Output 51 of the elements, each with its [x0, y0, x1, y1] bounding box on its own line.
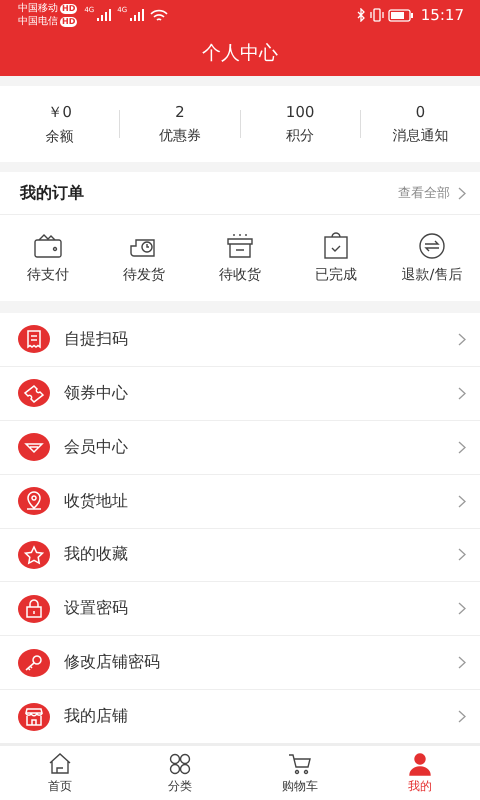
- chevron-right-icon: [458, 386, 466, 400]
- page-title: 个人中心: [201, 41, 279, 66]
- clock-time: 15:17: [420, 6, 464, 24]
- location-pin-icon: [18, 487, 50, 516]
- bluetooth-icon: [356, 8, 366, 22]
- battery-icon: [388, 8, 414, 22]
- stat-value: ￥0: [47, 102, 72, 122]
- chevron-right-icon: [458, 440, 466, 454]
- carrier-name: 中国电信: [18, 15, 58, 28]
- tab-bar-item[interactable]: 首页: [0, 746, 120, 800]
- signal-icon: [97, 9, 112, 21]
- wallet-icon: [32, 232, 64, 260]
- wifi-icon: [150, 8, 168, 22]
- carrier-name: 中国移动: [18, 2, 58, 15]
- person-icon: [407, 752, 433, 776]
- order-status-button[interactable]: 已完成: [288, 215, 384, 301]
- chevron-right-icon: [458, 602, 466, 616]
- section-title: 我的订单: [20, 182, 84, 204]
- home-icon: [47, 752, 73, 776]
- chevron-right-icon: [458, 656, 466, 670]
- vibrate-icon: [368, 8, 385, 22]
- order-status-button[interactable]: 待收货: [192, 215, 288, 301]
- cart-icon: [287, 752, 313, 776]
- receipt-icon: [18, 325, 50, 354]
- order-status-button[interactable]: 待支付: [0, 215, 96, 301]
- chevron-right-icon: [458, 186, 466, 200]
- stat-value: 0: [416, 103, 426, 121]
- stat-value: 2: [175, 103, 185, 121]
- stat-label: 消息通知: [392, 127, 448, 145]
- chevron-right-icon: [458, 494, 466, 508]
- hd-badge: HD: [60, 16, 78, 26]
- stat-label: 余额: [46, 128, 74, 146]
- key-icon: [18, 648, 50, 677]
- category-icon: [167, 752, 193, 776]
- ticket-icon: [18, 379, 50, 408]
- stat-label: 积分: [286, 127, 314, 145]
- order-status-button[interactable]: 退款/售后: [384, 215, 480, 301]
- shop-icon: [18, 702, 50, 731]
- order-status-button[interactable]: 待发货: [96, 215, 192, 301]
- lock-icon: [18, 594, 50, 623]
- hd-badge: HD: [60, 4, 78, 14]
- tab-bar-item[interactable]: 购物车: [240, 746, 360, 800]
- tab-bar-item[interactable]: 分类: [120, 746, 240, 800]
- chevron-right-icon: [458, 332, 466, 346]
- tab-bar-item[interactable]: 我的: [360, 746, 480, 800]
- chevron-right-icon: [458, 548, 466, 562]
- signal-icon: [130, 9, 144, 21]
- chevron-right-icon: [458, 710, 466, 724]
- stat-label: 优惠券: [158, 127, 201, 145]
- view-all-link[interactable]: 查看全部: [398, 184, 466, 202]
- stat-value: 100: [286, 103, 314, 121]
